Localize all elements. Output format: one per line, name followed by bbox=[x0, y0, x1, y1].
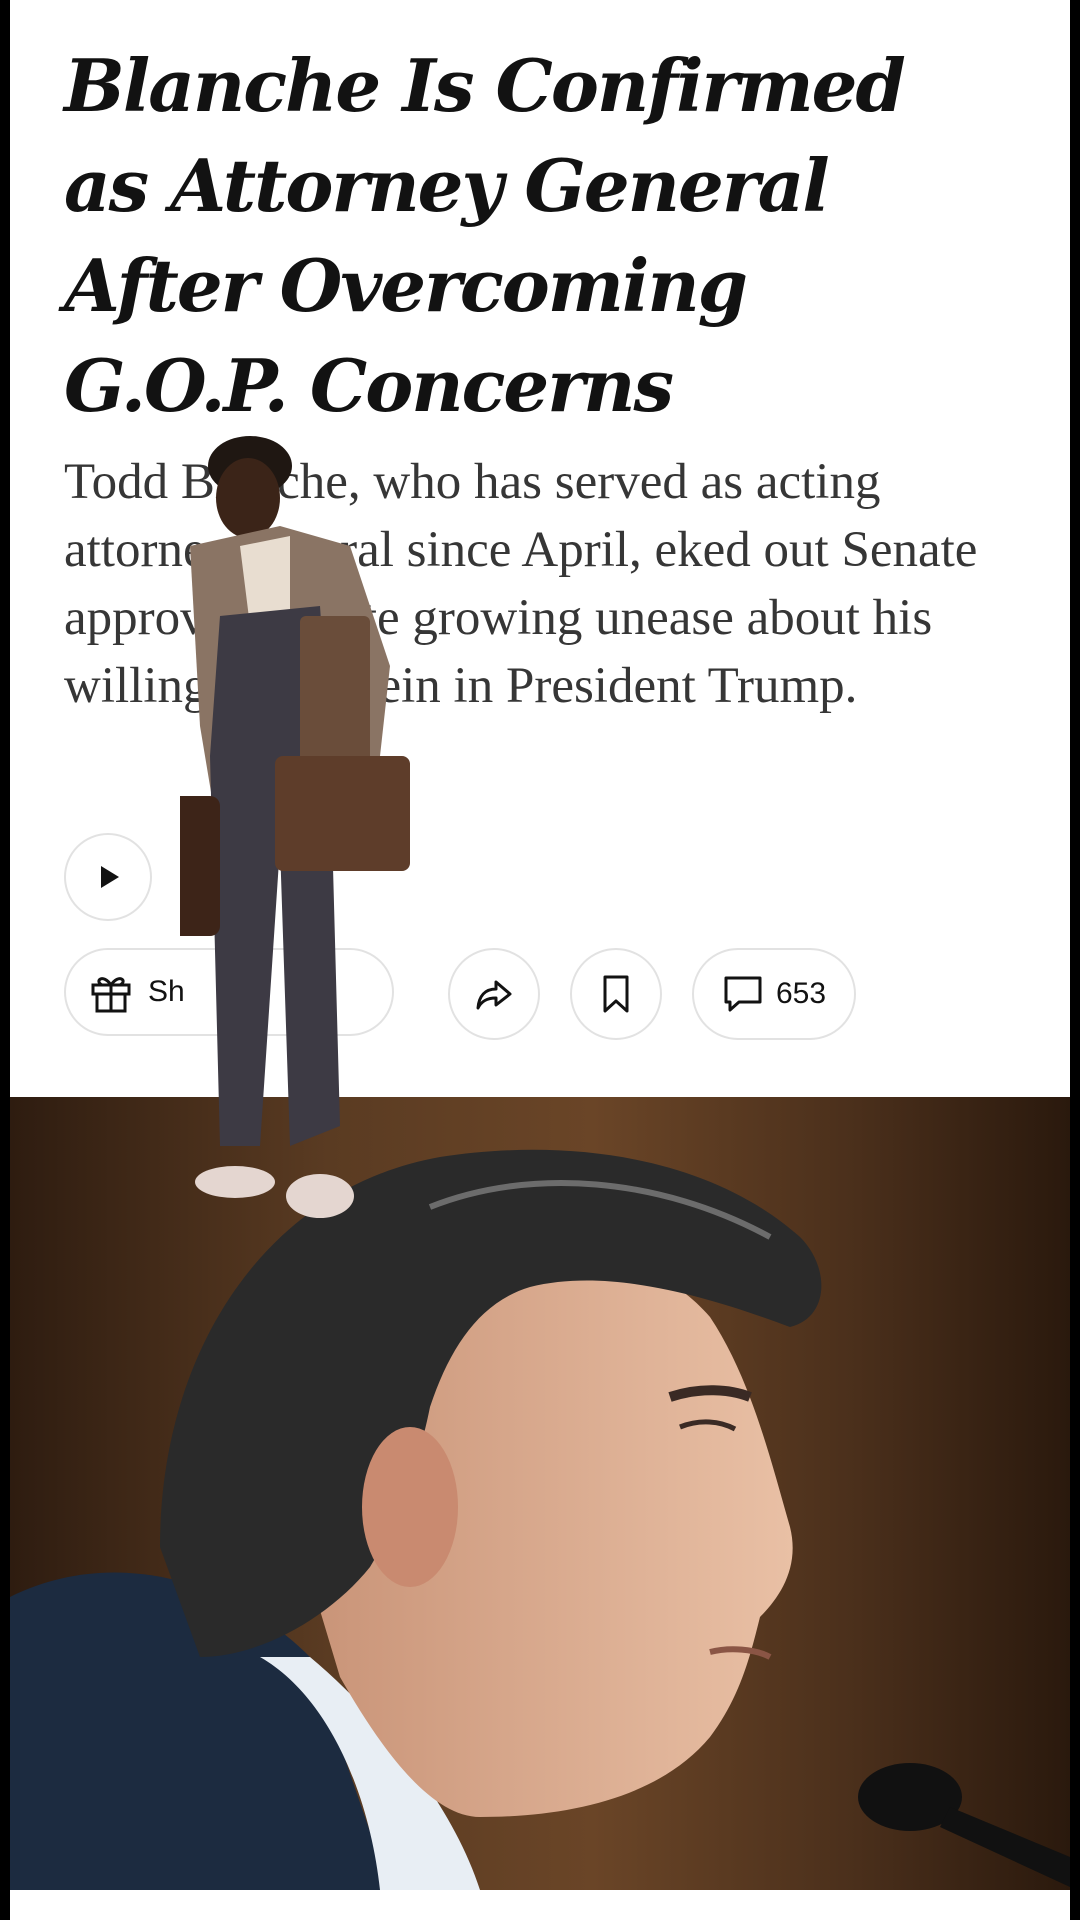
comments-button[interactable]: 653 bbox=[692, 948, 856, 1040]
bottom-bar bbox=[10, 1890, 1070, 1920]
comment-icon bbox=[724, 976, 762, 1012]
gift-icon bbox=[91, 977, 131, 1013]
article-photo bbox=[10, 1097, 1070, 1890]
photo-illustration bbox=[10, 1149, 1070, 1890]
save-button[interactable] bbox=[570, 948, 662, 1040]
article-page: Blanche Is Confirmed as Attorney General… bbox=[10, 0, 1070, 1920]
article-headline: Blanche Is Confirmed as Attorney General… bbox=[64, 43, 906, 428]
standing-man-sticker bbox=[180, 436, 410, 1218]
play-icon bbox=[101, 866, 119, 888]
bookmark-icon bbox=[603, 975, 629, 1013]
comment-count: 653 bbox=[775, 977, 827, 1010]
play-button[interactable] bbox=[64, 833, 152, 921]
